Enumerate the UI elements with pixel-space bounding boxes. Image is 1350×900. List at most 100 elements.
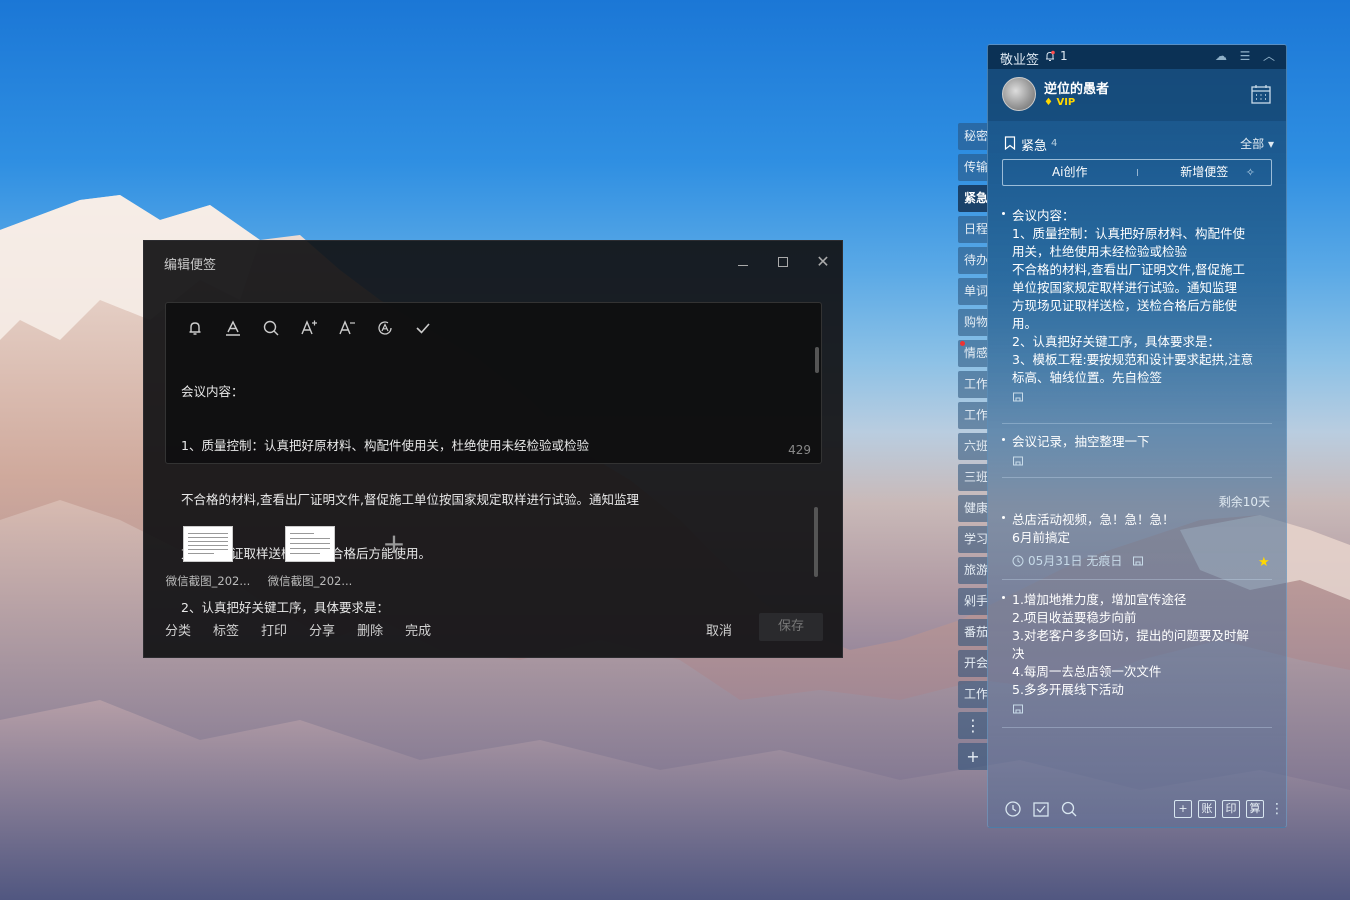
note-divider (1002, 477, 1272, 478)
new-note-button[interactable]: 新增便签 ✧ (1138, 160, 1272, 185)
cloud-sync-icon[interactable]: ☁ (1214, 49, 1228, 63)
more-categories-button[interactable]: ⋮ (958, 712, 988, 739)
category-tab[interactable]: 三班 (958, 464, 988, 491)
calculator-button[interactable]: 算 (1246, 800, 1264, 818)
text-color-button[interactable] (220, 317, 246, 339)
app-name: 敬业签 (1000, 53, 1040, 68)
editor-actions: 分类 标签 打印 分享 删除 完成 (165, 620, 431, 639)
category-tab[interactable]: 开会 (958, 650, 988, 677)
cancel-button[interactable]: 取消 (706, 620, 732, 639)
panel-header: 敬业签 1 ☁ ☰ ︿ (988, 45, 1286, 69)
attachment-item[interactable]: 微信截图_202... (267, 526, 353, 589)
bullet (1002, 596, 1005, 599)
category-tab[interactable]: 健康 (958, 495, 988, 522)
note-line: 4.每周一去总店领一次文件 (1012, 664, 1162, 679)
lock-icon (1013, 456, 1023, 466)
avatar[interactable] (1002, 77, 1036, 111)
note-date: 05月31日 无痕日 (1028, 554, 1123, 568)
share-button[interactable]: 分享 (309, 620, 335, 639)
note-line: 总店活动视频，急！急！急！ (1012, 512, 1175, 527)
chevron-down-icon: ▾ (1267, 137, 1274, 151)
category-tab[interactable]: 番茄 (958, 619, 988, 646)
ai-write-button[interactable] (372, 317, 398, 339)
attachment-name: 微信截图_202... (165, 574, 251, 588)
note-text: 会议内容： 1、质量控制：认真把好原材料、构配件使 用关，杜绝使用未经检验或检验… (1012, 207, 1272, 387)
category-tab[interactable]: 学习 (958, 526, 988, 553)
search-button[interactable] (258, 317, 284, 339)
maximize-button[interactable] (770, 249, 796, 275)
tag-button[interactable]: 标签 (213, 620, 239, 639)
bell-icon[interactable] (1044, 50, 1056, 62)
star-icon[interactable]: ★ (1258, 556, 1270, 569)
category-tab[interactable]: 单词 (958, 278, 988, 305)
more-options-button[interactable]: ⋮ (1270, 800, 1284, 818)
note-item[interactable]: 会议记录，抽空整理一下 (988, 433, 1286, 467)
done-button[interactable] (410, 317, 436, 339)
user-profile: 逆位的愚者 ♦ VIP (988, 69, 1286, 121)
note-item[interactable]: 会议内容： 1、质量控制：认真把好原材料、构配件使 用关，杜绝使用未经检验或检验… (988, 207, 1286, 403)
font-color-icon (226, 320, 240, 336)
category-tab[interactable]: 传输 (958, 154, 988, 181)
note-line: 单位按国家规定取样进行试验。通知监理 (1012, 280, 1238, 295)
add-button[interactable]: + (1174, 800, 1192, 818)
ai-create-button[interactable]: Ai创作 (1003, 160, 1137, 185)
checklist-icon[interactable] (1032, 800, 1050, 818)
category-tab[interactable]: 日程 (958, 216, 988, 243)
category-tab[interactable]: 秘密 (958, 123, 988, 150)
note-line: 2.项目收益要稳步向前 (1012, 610, 1137, 625)
list-header: 紧急 4 全部 ▾ (988, 133, 1286, 155)
print-button[interactable]: 印 (1222, 800, 1240, 818)
close-button[interactable]: ✕ (810, 249, 836, 275)
panel-footer: + 账 印 算 ⋮ (988, 791, 1286, 827)
category-tab-active[interactable]: 紧急 (958, 185, 988, 212)
complete-button[interactable]: 完成 (405, 620, 431, 639)
editor-scrollbar[interactable] (815, 347, 819, 373)
clock-icon (1012, 555, 1024, 566)
note-content-text[interactable]: 会议内容： 1、质量控制：认真把好原材料、构配件使用关，杜绝使用未经检验或检验 … (181, 347, 801, 653)
category-button[interactable]: 分类 (165, 620, 191, 639)
filter-dropdown[interactable]: 全部 ▾ (1240, 135, 1274, 152)
create-actions: Ai创作 新增便签 ✧ (1002, 159, 1272, 186)
attachment-scrollbar[interactable] (814, 507, 818, 577)
add-attachment-button[interactable]: + (369, 526, 455, 589)
note-line: 用关，杜绝使用未经检验或检验 (1012, 244, 1188, 259)
username[interactable]: 逆位的愚者 (1044, 78, 1109, 97)
note-item[interactable]: 1.增加地推力度，增加宣传途径 2.项目收益要稳步向前 3.对老客户多多回访，提… (988, 591, 1286, 715)
clock-icon[interactable] (1004, 800, 1022, 818)
category-tab[interactable]: 旅游 (958, 557, 988, 584)
category-tab[interactable]: 剁手 (958, 588, 988, 615)
more-vertical-icon: ⋮ (965, 716, 981, 735)
menu-icon[interactable]: ☰ (1238, 49, 1252, 63)
attachment-thumbnail (285, 526, 335, 562)
note-text: 总店活动视频，急！急！急！ 6月前搞定 (1012, 511, 1272, 547)
decrease-font-button[interactable] (334, 317, 360, 339)
account-button[interactable]: 账 (1198, 800, 1216, 818)
lock-icon (1013, 704, 1023, 714)
font-increase-icon (301, 320, 317, 335)
note-divider (1002, 423, 1272, 424)
reminder-button[interactable] (182, 317, 208, 339)
footer-left-tools (1004, 800, 1078, 818)
category-tab[interactable]: 六班 (958, 433, 988, 460)
category-tab[interactable]: 工作 (958, 371, 988, 398)
collapse-icon[interactable]: ︿ (1262, 49, 1276, 63)
note-item[interactable]: 总店活动视频，急！急！急！ 6月前搞定 05月31日 无痕日 ★ (988, 511, 1286, 569)
category-tab[interactable]: 工作 (958, 402, 988, 429)
delete-button[interactable]: 删除 (357, 620, 383, 639)
header-icons: ☁ ☰ ︿ (1214, 49, 1276, 63)
note-line: 3.对老客户多多回访，提出的问题要及时解 (1012, 628, 1249, 643)
note-line: 1、质量控制：认真把好原材料、构配件使 (1012, 226, 1245, 241)
attachment-item[interactable]: 微信截图_202... (165, 526, 251, 589)
add-category-button[interactable]: + (958, 743, 988, 770)
minimize-button[interactable] (730, 249, 756, 275)
save-button[interactable]: 保存 (759, 613, 823, 641)
category-tab[interactable]: 待办 (958, 247, 988, 274)
search-icon[interactable] (1060, 800, 1078, 818)
category-tab[interactable]: 工作 (958, 681, 988, 708)
filter-label: 全部 (1240, 137, 1265, 151)
print-button[interactable]: 打印 (261, 620, 287, 639)
note-editor[interactable]: 会议内容： 1、质量控制：认真把好原材料、构配件使用关，杜绝使用未经检验或检验 … (165, 302, 822, 615)
calendar-icon[interactable] (1250, 83, 1272, 105)
category-tab[interactable]: 购物 (958, 309, 988, 336)
increase-font-button[interactable] (296, 317, 322, 339)
